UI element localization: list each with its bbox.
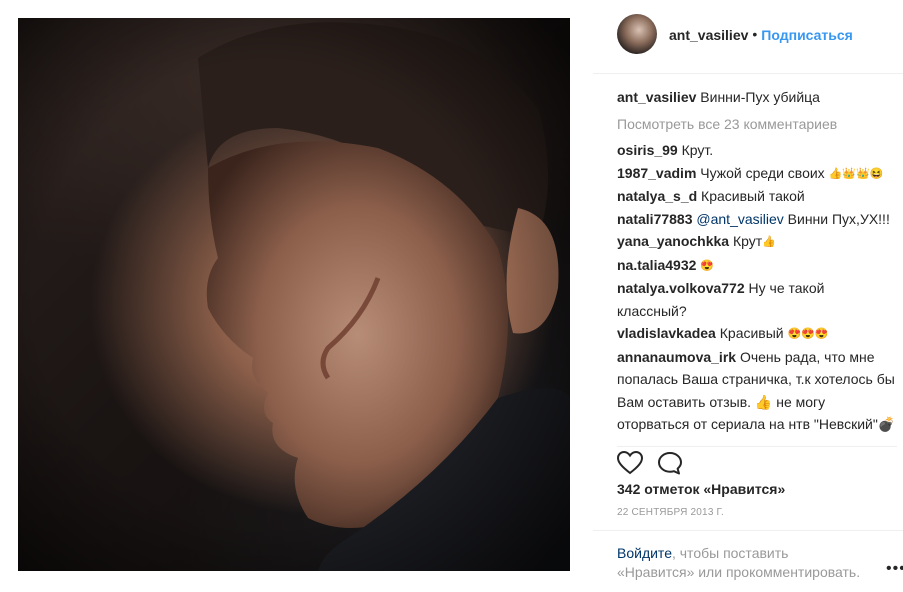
comment-username[interactable]: osiris_99 (617, 142, 678, 158)
caption: ant_vasiliev Винни-Пух убийца (617, 86, 897, 109)
post-photo[interactable] (18, 18, 570, 571)
caption-username[interactable]: ant_vasiliev (617, 89, 696, 105)
heart-icon[interactable] (616, 450, 644, 480)
comment-username[interactable]: natalya_s_d (617, 188, 697, 204)
comment-emoji: 😍 (700, 259, 714, 272)
comment-text: Красивый (715, 325, 788, 341)
portrait-illustration (18, 18, 570, 571)
comment-username[interactable]: 1987_vadim (617, 165, 696, 181)
comment-username[interactable]: vladislavkadea (617, 325, 716, 341)
comment-item: natalya.volkova772 Ну че такой классный? (617, 277, 897, 322)
author-username[interactable]: ant_vasiliev (669, 27, 748, 43)
comment-username[interactable]: annanaumova_irk (617, 349, 736, 365)
comment-username[interactable]: natali77883 (617, 211, 693, 227)
comment-username[interactable]: natalya.volkova772 (617, 280, 745, 296)
comment-emoji: 👍👑👑😆 (828, 167, 884, 180)
comment-item: yana_yanochkka Крут👍 (617, 230, 897, 254)
comment-text: Красивый такой (697, 188, 805, 204)
separator-dot: • (752, 26, 758, 42)
post-date: 22 СЕНТЯБРЯ 2013 Г. (617, 507, 724, 518)
comment-text: Крут (729, 233, 763, 249)
likes-count[interactable]: 342 отметок «Нравится» (617, 481, 785, 497)
photo-pane (0, 0, 593, 592)
comment-username[interactable]: yana_yanochkka (617, 233, 729, 249)
comment-text: Чужой среди своих (696, 164, 829, 181)
comment-item: osiris_99 Крут. (617, 139, 897, 162)
comment-text: Крут. (677, 142, 714, 158)
avatar[interactable] (617, 14, 657, 54)
comment-emoji: 👍 (762, 236, 776, 248)
post-details-pane: ant_vasiliev • Подписаться ant_vasiliev … (593, 0, 903, 592)
action-bar (616, 446, 897, 476)
comment-item: natali77883 @ant_vasiliev Винни Пух,УХ!!… (617, 208, 897, 231)
comment-item: na.talia4932 😍 (617, 254, 897, 278)
comment-mention[interactable]: @ant_vasiliev (696, 211, 783, 227)
comment-emoji: 😍😍😍 (787, 328, 829, 340)
view-all-comments-link[interactable]: Посмотреть все 23 комментариев (617, 113, 897, 136)
comment-item: 1987_vadim Чужой среди своих 👍👑👑😆 (617, 162, 897, 186)
comment-item: natalya_s_d Красивый такой (617, 185, 897, 208)
login-link[interactable]: Войдите (617, 545, 672, 561)
login-prompt-text: Войдите, чтобы поставить «Нравится» или … (617, 544, 867, 582)
more-options-button[interactable]: ••• (886, 560, 903, 578)
login-prompt: Войдите, чтобы поставить «Нравится» или … (593, 530, 903, 592)
comment-item: vladislavkadea Красивый 😍😍😍 (617, 322, 897, 346)
comment-username[interactable]: na.talia4932 (617, 257, 696, 273)
caption-text: Винни-Пух убийца (696, 89, 820, 105)
follow-button[interactable]: Подписаться (761, 27, 853, 43)
comment-text: Винни Пух,УХ!!! (783, 210, 890, 227)
comments-list[interactable]: ant_vasiliev Винни-Пух убийца Посмотреть… (617, 86, 897, 437)
comment-item: annanaumova_irk Очень рада, что мне попа… (617, 346, 897, 438)
post-header: ant_vasiliev • Подписаться (593, 0, 903, 74)
comment-bubble-icon[interactable] (657, 451, 683, 480)
